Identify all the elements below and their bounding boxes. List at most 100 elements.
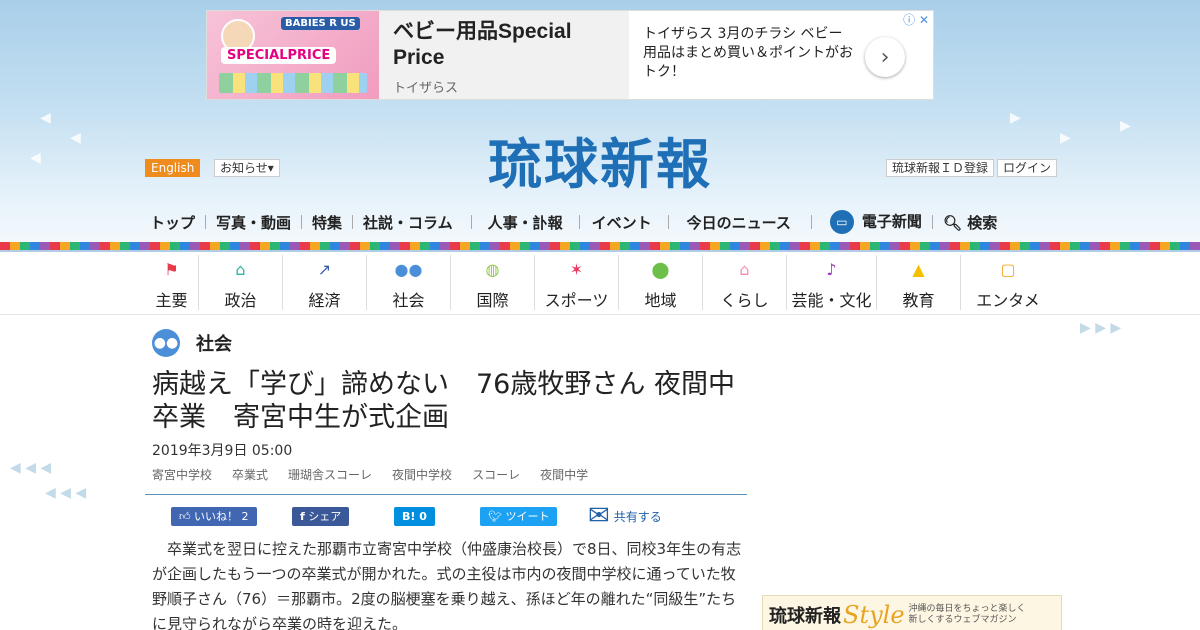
category-region[interactable]: ⬤ 地域 — [619, 255, 703, 310]
category-navigation: ⚑ 主要 ⌂ 政治 ↗ 経済 ●● 社会 ◍ 国際 ✶ スポーツ ⬤ 地域 ⌂ くらし ♪ 芸能・… — [145, 255, 1055, 310]
ad-info-close-icon[interactable]: ⓘ ✕ — [903, 11, 929, 28]
category-label: エンタメ — [976, 291, 1040, 310]
fish-decoration-icon: ◀ ◀ ◀ — [10, 460, 52, 476]
category-politics[interactable]: ⌂ 政治 — [199, 255, 283, 310]
house-icon: ⌂ — [739, 260, 750, 279]
ad-title[interactable]: ベビー用品Special Price — [393, 19, 615, 71]
notice-dropdown[interactable]: お知らせ▾ — [214, 159, 280, 177]
map-pin-icon: ⬤ — [651, 260, 670, 279]
ad-close-icon[interactable]: ✕ — [919, 13, 929, 27]
category-label: 国際 — [476, 291, 509, 310]
tag-link[interactable]: 夜間中学校 — [392, 466, 452, 483]
fish-decoration-icon: ◀ — [70, 130, 81, 146]
share-mail-button[interactable]: ✉ 共有する — [588, 503, 662, 529]
ad-source: トイザらス — [393, 81, 459, 96]
like-button[interactable]: 👍︎ いいね！ 2 — [171, 507, 257, 526]
decorative-band-line — [0, 250, 1200, 252]
search-icon: 🔍︎ — [942, 213, 962, 232]
category-label: 主要 — [155, 291, 188, 310]
article-tags: 寄宮中学校 卒業式 珊瑚舎スコーレ 夜間中学校 スコーレ 夜間中学 — [152, 466, 608, 483]
category-culture[interactable]: ♪ 芸能・文化 — [787, 255, 877, 310]
nav-item-editorial[interactable]: 社説・コラム — [353, 212, 471, 233]
globe-icon: ◍ — [485, 260, 500, 279]
tag-link[interactable]: スコーレ — [472, 466, 520, 483]
ad-image[interactable]: BABIES R US SPECIALPRICE — [207, 11, 379, 99]
nav-item-today-news[interactable]: 今日のニュース — [669, 212, 811, 233]
nav-item-event[interactable]: イベント — [580, 212, 668, 233]
category-label: 経済 — [308, 291, 341, 310]
style-magazine-banner[interactable]: 琉球新報 Style 沖縄の毎日をちょっと楽しく新しくするウェブマガジン — [762, 595, 1062, 630]
category-sports[interactable]: ✶ スポーツ — [535, 255, 619, 310]
nav-item-feature[interactable]: 特集 — [302, 212, 352, 233]
tweet-label: ツイート — [505, 510, 550, 523]
article-headline: 病越え「学び」諦めない 76歳牧野さん 夜間中卒業 寄宮中生が式企画 — [152, 369, 735, 433]
fish-decoration-icon: ▶ ▶ ▶ — [1080, 320, 1122, 336]
hatena-bookmark-button[interactable]: B! 0 — [394, 507, 435, 526]
id-register-button[interactable]: 琉球新報ＩＤ登録 — [886, 159, 995, 177]
nav-item-digital[interactable]: ▭ 電子新聞 — [812, 210, 932, 234]
nav-item-top[interactable]: トップ — [145, 212, 205, 233]
flag-icon: ⚑ — [164, 260, 179, 279]
like-label: いいね！ 2 — [194, 510, 249, 523]
ad-brand-logo: BABIES R US — [281, 17, 360, 30]
category-label: スポーツ — [544, 291, 609, 310]
category-label: 芸能・文化 — [791, 291, 872, 310]
nav-search-label: 検索 — [967, 213, 998, 232]
category-label: くらし — [720, 291, 769, 310]
ad-image-text: SPECIALPRICE — [221, 47, 337, 64]
category-education[interactable]: ▲ 教育 — [877, 255, 961, 310]
digital-paper-icon: ▭ — [829, 210, 854, 234]
site-logo[interactable]: 琉球新報 — [450, 120, 750, 199]
twitter-bird-icon: 🐦︎ — [488, 510, 502, 523]
article-date: 2019年3月9日 05:00 — [152, 443, 293, 459]
category-label: 教育 — [902, 291, 935, 310]
main-navigation: トップ 写真・動画 特集 社説・コラム 人事・訃報 イベント 今日のニュース ▭… — [145, 208, 1055, 236]
category-label: 社会 — [392, 291, 425, 310]
nav-digital-label: 電子新聞 — [861, 212, 922, 231]
tweet-button[interactable]: 🐦︎ ツイート — [480, 507, 558, 526]
chart-icon: ↗ — [317, 260, 332, 279]
decorative-band — [0, 242, 1200, 250]
facebook-label: シェア — [308, 510, 342, 523]
advertisement-banner[interactable]: BABIES R US SPECIALPRICE ベビー用品Special Pr… — [206, 10, 934, 100]
category-society[interactable]: ●● 社会 — [367, 255, 451, 310]
nav-item-photo-video[interactable]: 写真・動画 — [206, 212, 301, 233]
ad-products-image — [219, 73, 367, 93]
ad-main[interactable]: ベビー用品Special Price トイザらス — [379, 11, 629, 99]
nav-divider-line — [0, 314, 1200, 315]
share-mail-label: 共有する — [613, 509, 662, 524]
ad-next-arrow-icon[interactable]: › — [865, 37, 905, 77]
fish-decoration-icon: ◀ — [40, 110, 51, 126]
section-label[interactable]: 社会 — [196, 330, 232, 356]
facebook-icon: f — [300, 510, 305, 523]
category-living[interactable]: ⌂ くらし — [703, 255, 787, 310]
fish-decoration-icon: ▶ — [1060, 130, 1071, 146]
category-label: 地域 — [644, 291, 677, 310]
login-button[interactable]: ログイン — [997, 159, 1058, 177]
nav-item-search[interactable]: 🔍︎ 検索 — [933, 212, 1007, 233]
category-label: 政治 — [224, 291, 257, 310]
ad-info-icon[interactable]: ⓘ — [903, 13, 915, 27]
english-button[interactable]: English — [145, 159, 201, 177]
article-body: 卒業式を翌日に控えた那覇市立寄宮中学校（仲盛康治校長）で8日、同校3年生の有志が… — [152, 540, 742, 630]
parliament-icon: ⌂ — [235, 260, 246, 279]
category-economy[interactable]: ↗ 経済 — [283, 255, 367, 310]
category-international[interactable]: ◍ 国際 — [451, 255, 535, 310]
section-header: ●● 社会 — [152, 329, 232, 357]
tag-link[interactable]: 寄宮中学校 — [152, 466, 212, 483]
nav-item-personnel[interactable]: 人事・訃報 — [472, 212, 579, 233]
tag-link[interactable]: 夜間中学 — [540, 466, 588, 483]
banner-name: 琉球新報 — [769, 606, 841, 627]
facebook-share-button[interactable]: f シェア — [292, 507, 350, 526]
banner-tagline: 沖縄の毎日をちょっと楽しく新しくするウェブマガジン — [908, 604, 1026, 625]
fish-decoration-icon: ◀ ◀ ◀ — [45, 485, 87, 501]
tag-link[interactable]: 卒業式 — [232, 466, 268, 483]
fish-decoration-icon: ◀ — [30, 150, 41, 166]
fish-decoration-icon: ▶ — [1120, 118, 1131, 134]
tv-icon: ▢ — [1000, 260, 1016, 279]
fish-decoration-icon: ▶ — [1010, 110, 1021, 126]
category-main[interactable]: ⚑ 主要 — [145, 255, 199, 310]
category-entertainment[interactable]: ▢ エンタメ — [961, 255, 1055, 310]
people-icon: ●● — [394, 260, 423, 279]
tag-link[interactable]: 珊瑚舎スコーレ — [288, 466, 372, 483]
